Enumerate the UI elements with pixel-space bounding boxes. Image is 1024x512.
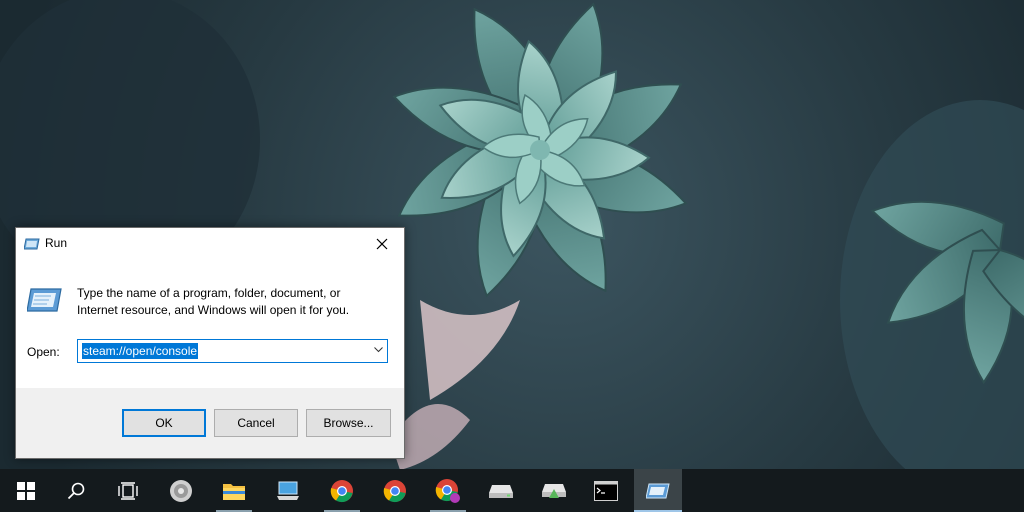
this-pc-icon bbox=[277, 481, 299, 500]
open-combobox[interactable]: steam://open/console bbox=[77, 339, 388, 363]
search-button[interactable] bbox=[52, 469, 100, 512]
desktop: Run Type the name of a program, folder, … bbox=[0, 0, 1024, 512]
taskbar-app-file-explorer[interactable] bbox=[210, 469, 258, 512]
drive-icon bbox=[489, 484, 513, 498]
taskbar-app-chrome-1[interactable] bbox=[318, 469, 366, 512]
dialog-content: Type the name of a program, folder, docu… bbox=[16, 260, 404, 388]
task-view-button[interactable] bbox=[104, 469, 152, 512]
search-icon bbox=[67, 482, 85, 499]
command-prompt-icon bbox=[594, 480, 618, 501]
open-input-text[interactable]: steam://open/console bbox=[82, 343, 199, 359]
open-label: Open: bbox=[27, 345, 60, 359]
taskbar-app-run[interactable] bbox=[634, 469, 682, 512]
dialog-description: Type the name of a program, folder, docu… bbox=[77, 286, 350, 317]
task-view-icon bbox=[118, 481, 138, 500]
ok-button[interactable]: OK bbox=[122, 409, 206, 437]
speaker-icon bbox=[170, 479, 192, 502]
windows-start-icon bbox=[17, 481, 35, 500]
chrome-profile-icon bbox=[435, 478, 460, 503]
run-dialog: Run Type the name of a program, folder, … bbox=[15, 227, 405, 459]
taskbar-app-speaker[interactable] bbox=[157, 469, 205, 512]
run-icon bbox=[27, 288, 62, 312]
folder-icon bbox=[223, 483, 245, 500]
dialog-title: Run bbox=[45, 236, 68, 250]
taskbar-app-chrome-2[interactable] bbox=[371, 469, 419, 512]
network-drive-icon bbox=[542, 483, 566, 498]
close-button[interactable] bbox=[360, 228, 404, 260]
run-icon bbox=[24, 238, 40, 250]
taskbar-app-chrome-profile[interactable] bbox=[424, 469, 472, 512]
chevron-down-icon[interactable] bbox=[374, 347, 383, 353]
taskbar bbox=[0, 469, 1024, 512]
title-bar[interactable]: Run bbox=[16, 228, 404, 260]
close-icon bbox=[376, 238, 388, 250]
chrome-icon bbox=[330, 479, 353, 502]
taskbar-app-command-prompt[interactable] bbox=[582, 469, 630, 512]
taskbar-app-this-pc[interactable] bbox=[264, 469, 312, 512]
browse-button[interactable]: Browse... bbox=[306, 409, 391, 437]
taskbar-app-network-drive[interactable] bbox=[530, 469, 578, 512]
taskbar-app-drive[interactable] bbox=[477, 469, 525, 512]
run-icon bbox=[646, 483, 670, 498]
chrome-icon bbox=[383, 479, 406, 502]
cancel-button[interactable]: Cancel bbox=[214, 409, 298, 437]
start-button[interactable] bbox=[2, 469, 50, 512]
